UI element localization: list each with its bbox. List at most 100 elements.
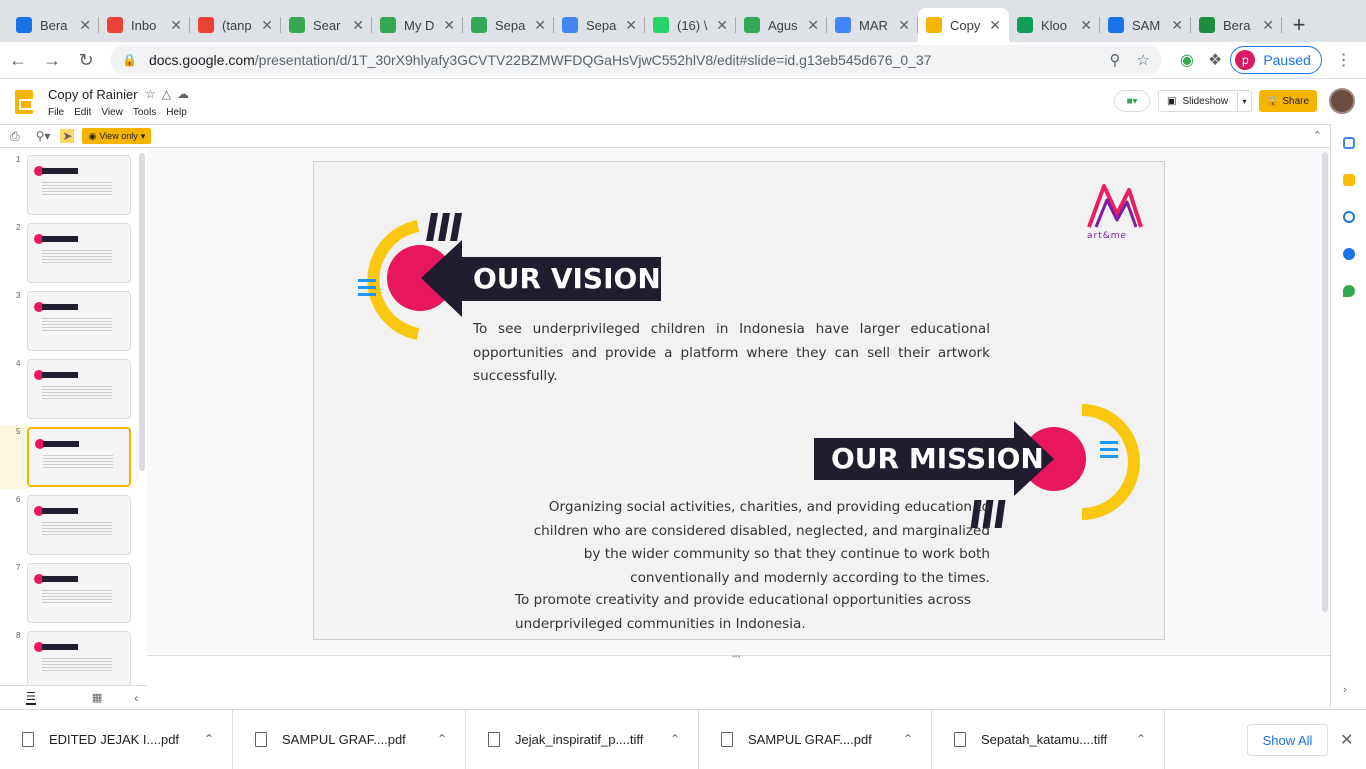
user-avatar[interactable] — [1329, 88, 1355, 114]
present-icon: ▣ — [1167, 95, 1177, 107]
browser-tab[interactable]: Bera ✕ — [8, 8, 99, 42]
select-cursor-icon[interactable]: ➤ — [60, 129, 75, 143]
download-item[interactable]: EDITED JEJAK I....pdf ⌃ — [0, 709, 233, 769]
browser-tab[interactable]: (tanp ✕ — [190, 8, 281, 42]
slideshow-dropdown-icon[interactable]: ▾ — [1237, 91, 1251, 111]
slide-thumbnail[interactable] — [27, 495, 131, 555]
close-tab-icon[interactable]: ✕ — [1262, 17, 1274, 34]
zoom-icon[interactable]: ⚲ — [1110, 51, 1121, 69]
maps-icon[interactable] — [1343, 285, 1355, 297]
mission-bar-3 — [994, 500, 1006, 528]
back-button[interactable]: ← — [2, 44, 34, 76]
extension-grammarly-icon[interactable]: ◉ — [1180, 50, 1194, 70]
chevron-up-icon[interactable]: ⌃ — [1136, 732, 1146, 746]
collapse-menus-icon[interactable]: ⌃ — [1313, 129, 1322, 142]
forward-button[interactable]: → — [36, 44, 68, 76]
slides-logo-icon[interactable] — [15, 90, 33, 114]
menu-tools[interactable]: Tools — [133, 107, 156, 118]
browser-menu-icon[interactable]: ⋮ — [1336, 50, 1352, 70]
close-tab-icon[interactable]: ✕ — [989, 17, 1001, 34]
profile-button[interactable]: p Paused — [1230, 46, 1322, 74]
browser-tab[interactable]: Sear ✕ — [281, 8, 372, 42]
chevron-up-icon[interactable]: ⌃ — [204, 732, 214, 746]
canvas-scrollbar[interactable] — [1322, 152, 1328, 612]
browser-tab[interactable]: Sepa ✕ — [463, 8, 554, 42]
browser-tab[interactable]: (16) \ ✕ — [645, 8, 736, 42]
filmstrip-scrollbar[interactable] — [139, 153, 145, 471]
document-title[interactable]: Copy of Rainier — [48, 87, 138, 102]
close-tab-icon[interactable]: ✕ — [79, 17, 91, 34]
close-tab-icon[interactable]: ✕ — [443, 17, 455, 34]
close-tab-icon[interactable]: ✕ — [898, 17, 910, 34]
chevron-up-icon[interactable]: ⌃ — [437, 732, 447, 746]
reload-button[interactable]: ↻ — [70, 44, 102, 76]
download-item[interactable]: SAMPUL GRAF....pdf ⌃ — [699, 709, 932, 769]
slide-thumbnail[interactable] — [27, 563, 131, 623]
bookmark-star-icon[interactable]: ☆ — [1137, 51, 1150, 69]
expand-panel-icon[interactable]: › — [1343, 684, 1347, 696]
close-tab-icon[interactable]: ✕ — [1171, 17, 1183, 34]
close-tab-icon[interactable]: ✕ — [261, 17, 273, 34]
extensions-puzzle-icon[interactable]: ❖ — [1208, 50, 1222, 70]
menu-view[interactable]: View — [101, 107, 123, 118]
browser-tab[interactable]: Sepa ✕ — [554, 8, 645, 42]
slideshow-button[interactable]: ▣ Slideshow ▾ — [1158, 90, 1252, 112]
close-tab-icon[interactable]: ✕ — [625, 17, 637, 34]
contacts-icon[interactable] — [1343, 248, 1355, 260]
browser-tab[interactable]: My D ✕ — [372, 8, 463, 42]
chevron-up-icon[interactable]: ⌃ — [903, 732, 913, 746]
slide-thumbnail[interactable] — [27, 291, 131, 351]
close-tab-icon[interactable]: ✕ — [170, 17, 182, 34]
slide-thumbnail[interactable] — [27, 223, 131, 283]
grid-view-icon[interactable]: ▦ — [92, 691, 102, 704]
notes-resize-handle[interactable]: ••• — [732, 652, 740, 661]
tab-label: Bera — [40, 17, 68, 33]
print-icon[interactable]: ⎙ — [10, 129, 20, 144]
download-item[interactable]: Jejak_inspiratif_p....tiff ⌃ — [466, 709, 699, 769]
slide-thumbnail[interactable] — [27, 155, 131, 215]
url-input[interactable]: 🔒 docs.google.com/presentation/d/1T_30rX… — [110, 45, 1162, 75]
close-tab-icon[interactable]: ✕ — [1080, 17, 1092, 34]
new-tab-button[interactable]: + — [1282, 8, 1316, 42]
menu-file[interactable]: File — [48, 107, 64, 118]
speaker-notes[interactable]: ••• — [147, 652, 1330, 709]
show-all-button[interactable]: Show All — [1247, 724, 1328, 756]
cloud-icon[interactable]: ☁ — [177, 87, 195, 101]
download-item[interactable]: SAMPUL GRAF....pdf ⌃ — [233, 709, 466, 769]
meet-button[interactable]: ■▾ — [1114, 90, 1150, 112]
zoom-icon[interactable]: ⚲▾ — [36, 129, 51, 143]
browser-tab[interactable]: Kloo ✕ — [1009, 8, 1100, 42]
tasks-icon[interactable] — [1343, 211, 1355, 223]
browser-tab[interactable]: Bera ✕ — [1191, 8, 1282, 42]
browser-tab[interactable]: Agus ✕ — [736, 8, 827, 42]
slide-number: 3 — [16, 291, 21, 300]
view-only-button[interactable]: ◉ View only ▾ — [82, 128, 152, 144]
menu-edit[interactable]: Edit — [74, 107, 91, 118]
close-tab-icon[interactable]: ✕ — [716, 17, 728, 34]
slide-thumbnail[interactable] — [27, 631, 131, 685]
slide-thumbnail[interactable] — [27, 427, 131, 487]
browser-tab[interactable]: SAM ✕ — [1100, 8, 1191, 42]
filmstrip-view-icon[interactable]: ☰ — [26, 690, 36, 705]
file-icon — [721, 731, 733, 747]
collapse-filmstrip-icon[interactable]: ‹ — [134, 691, 138, 705]
browser-tab[interactable]: Inbo ✕ — [99, 8, 190, 42]
close-downloads-icon[interactable]: ✕ — [1340, 730, 1353, 750]
share-button[interactable]: 🔒 Share — [1259, 90, 1317, 112]
close-tab-icon[interactable]: ✕ — [807, 17, 819, 34]
browser-tab[interactable]: MAR ✕ — [827, 8, 918, 42]
close-tab-icon[interactable]: ✕ — [534, 17, 546, 34]
browser-tab[interactable]: Copy ✕ — [918, 8, 1009, 42]
calendar-icon[interactable] — [1343, 137, 1355, 149]
close-tab-icon[interactable]: ✕ — [352, 17, 364, 34]
slide-thumbnail[interactable] — [27, 359, 131, 419]
arrow-left-icon: ← — [9, 49, 27, 70]
chevron-up-icon[interactable]: ⌃ — [670, 732, 680, 746]
download-item[interactable]: Sepatah_katamu....tiff ⌃ — [932, 709, 1165, 769]
star-icon[interactable]: ☆ — [145, 87, 162, 101]
move-icon[interactable]: △ — [162, 87, 177, 101]
keep-icon[interactable] — [1343, 174, 1355, 186]
menu-bar: File Edit View Tools Help — [48, 107, 187, 118]
selected-slide-highlight — [0, 425, 27, 489]
menu-help[interactable]: Help — [166, 107, 187, 118]
